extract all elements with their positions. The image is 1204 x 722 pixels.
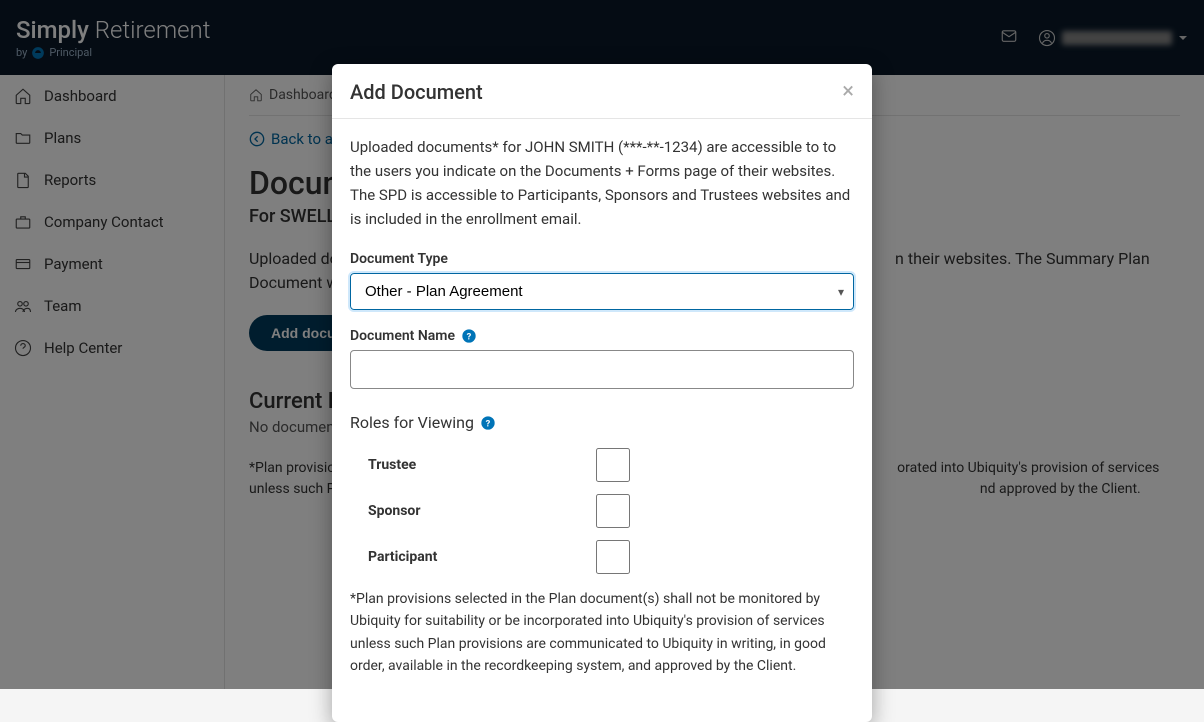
- role-label: Trustee: [368, 457, 416, 473]
- help-circle-icon[interactable]: ?: [461, 328, 477, 344]
- roles-for-viewing-label: Roles for Viewing ?: [350, 413, 854, 432]
- document-name-label: Document Name ?: [350, 328, 854, 344]
- svg-text:?: ?: [467, 331, 472, 342]
- document-name-input[interactable]: [350, 350, 854, 389]
- document-type-label: Document Type: [350, 251, 854, 267]
- role-checkbox-trustee[interactable]: [596, 448, 630, 482]
- role-label: Sponsor: [368, 503, 420, 519]
- help-circle-icon[interactable]: ?: [480, 415, 496, 431]
- doc-name-label-text: Document Name: [350, 328, 455, 344]
- modal-intro: Uploaded documents* for JOHN SMITH (***-…: [350, 135, 854, 231]
- role-checkbox-sponsor[interactable]: [596, 494, 630, 528]
- role-checkbox-participant[interactable]: [596, 540, 630, 574]
- modal-title: Add Document: [350, 80, 483, 104]
- svg-text:?: ?: [486, 418, 491, 429]
- role-row-sponsor: Sponsor: [350, 488, 630, 534]
- role-row-participant: Participant: [350, 534, 630, 580]
- doc-type-label-text: Document Type: [350, 251, 448, 267]
- modal-disclaimer: *Plan provisions selected in the Plan do…: [350, 588, 854, 678]
- roles-label-text: Roles for Viewing: [350, 413, 474, 432]
- add-document-modal: Add Document × Uploaded documents* for J…: [332, 64, 872, 722]
- document-type-select[interactable]: Other - Plan Agreement: [350, 273, 854, 310]
- role-label: Participant: [368, 549, 437, 565]
- role-row-trustee: Trustee: [350, 442, 630, 488]
- close-icon[interactable]: ×: [842, 81, 854, 103]
